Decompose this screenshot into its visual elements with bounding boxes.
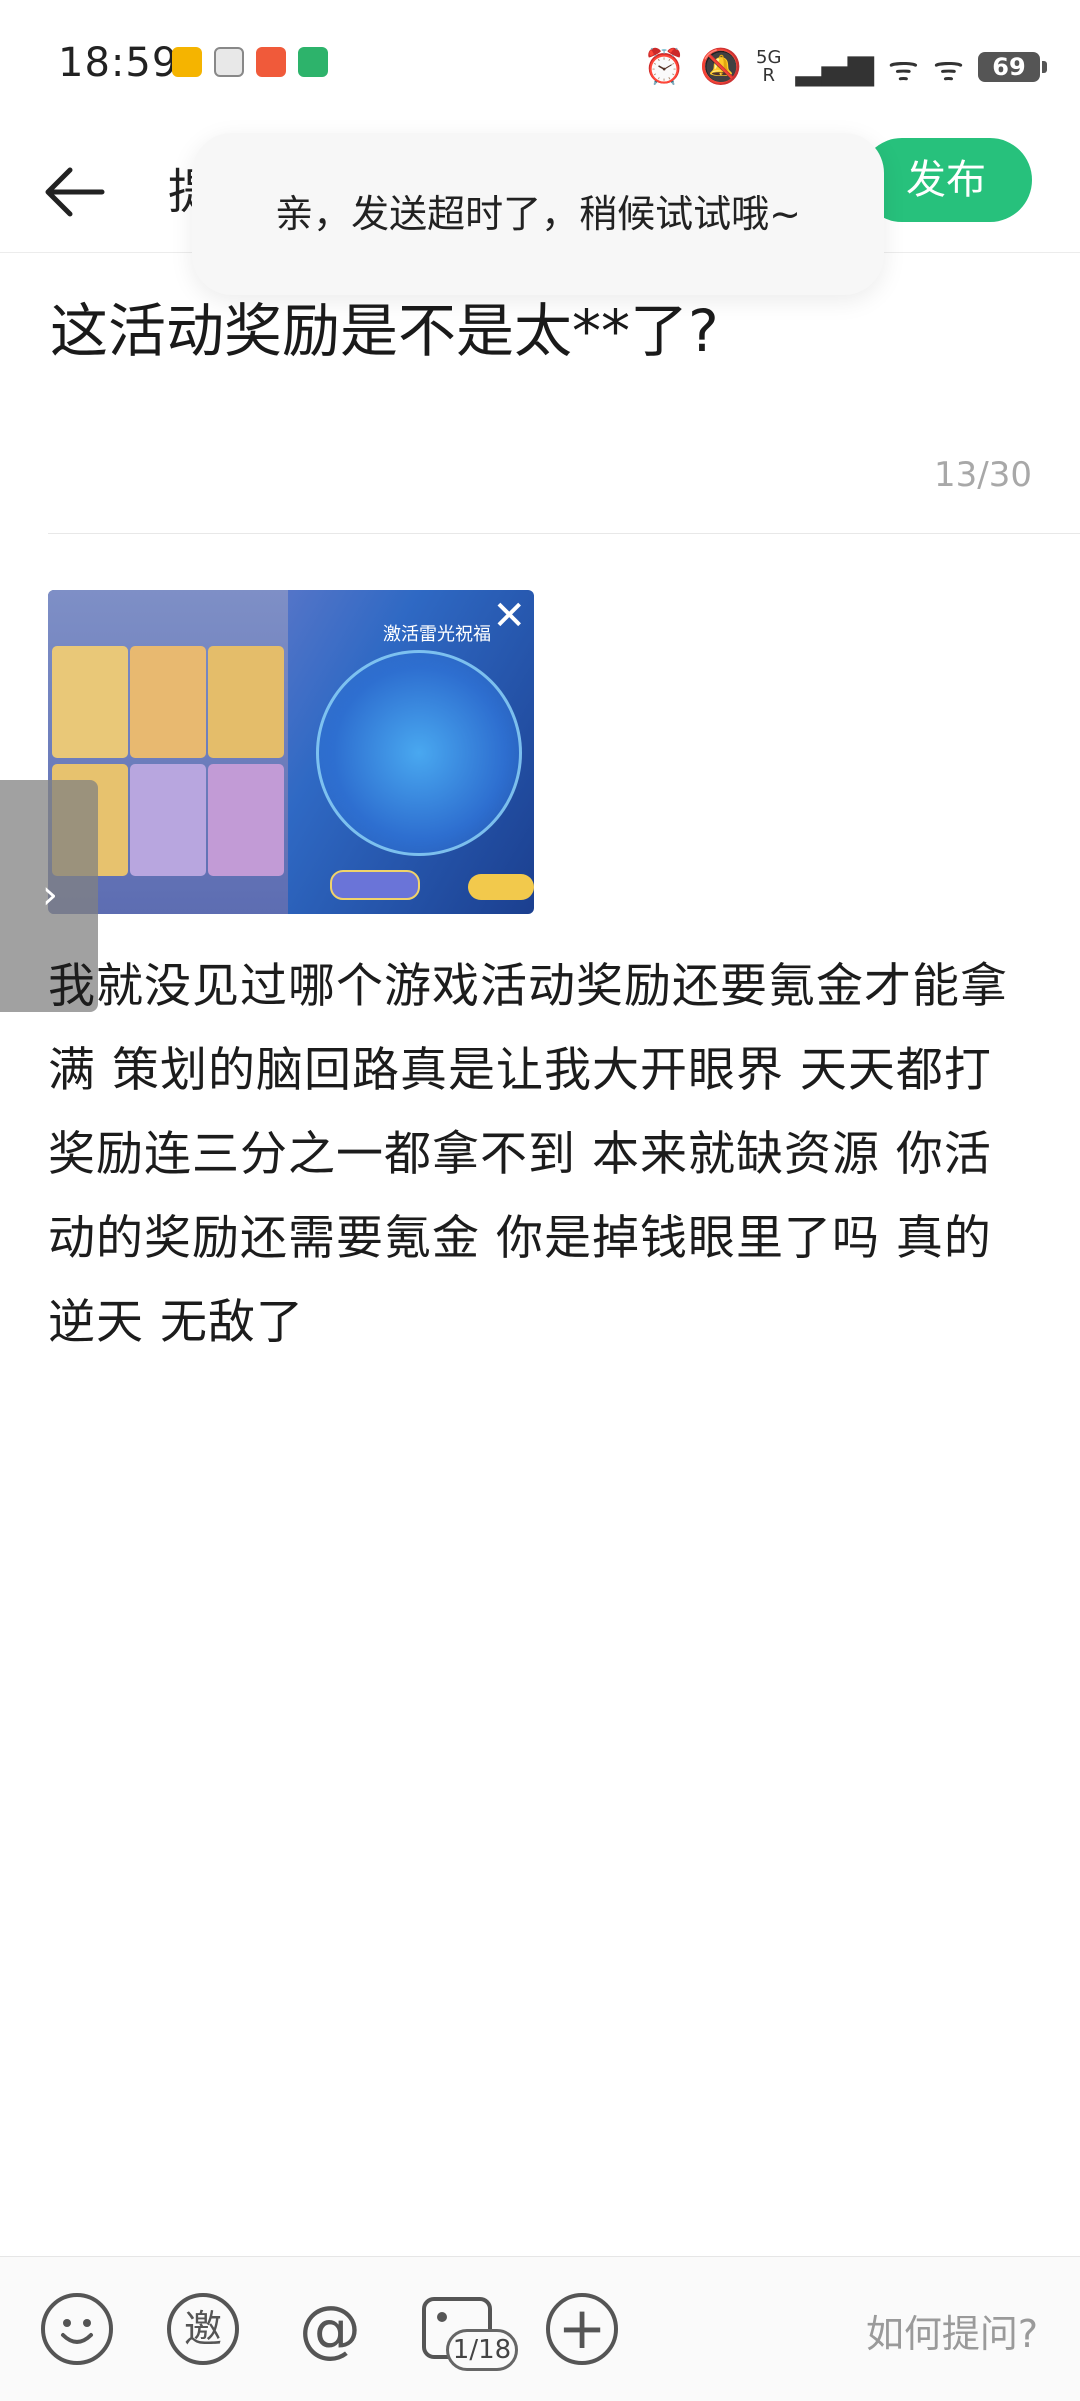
- timeout-toast: 亲，发送超时了，稍候试试哦~: [192, 133, 884, 295]
- app-notification-icon: [298, 47, 328, 77]
- add-button[interactable]: +: [546, 2293, 618, 2365]
- attached-image[interactable]: 激活雷光祝福 ✕: [48, 590, 534, 914]
- image-emblem: [316, 650, 522, 856]
- image-card: [208, 646, 284, 758]
- plus-icon: +: [557, 2294, 607, 2362]
- image-pill: [468, 874, 534, 900]
- image-count-badge: 1/18: [446, 2329, 518, 2371]
- emoji-button[interactable]: [41, 2293, 113, 2365]
- alarm-icon: ⏰: [643, 47, 686, 87]
- post-body-input[interactable]: 我就没见过哪个游戏活动奖励还要氪金才能拿满 策划的脑回路真是让我大开眼界 天天都…: [48, 945, 1038, 1365]
- image-card: [52, 646, 128, 758]
- wifi-icon: ᯤ: [887, 49, 919, 89]
- emoji-icon: [61, 2319, 93, 2344]
- image-card: [208, 764, 284, 876]
- image-pill: [330, 870, 420, 900]
- cellular-signal-icon: 5G R: [756, 49, 781, 85]
- mute-icon: 🔕: [699, 47, 743, 87]
- arrow-left-icon: [45, 167, 105, 217]
- mention-button[interactable]: @: [294, 2293, 366, 2365]
- status-right: ⏰ 🔕 5G R ▂▄▆ ᯤ ᯤ 69: [643, 44, 1047, 90]
- signal-bars-icon: ▂▄▆: [795, 47, 874, 87]
- image-card: [130, 646, 206, 758]
- status-time: 18:59: [58, 40, 179, 86]
- publish-button[interactable]: 发布: [860, 138, 1032, 222]
- battery-icon: 69: [978, 52, 1047, 82]
- image-card: [130, 764, 206, 876]
- divider: [48, 533, 1080, 534]
- app-notification-icon: [256, 47, 286, 77]
- bottom-toolbar: 邀 @ 1/18 + 如何提问?: [0, 2256, 1080, 2401]
- status-bar: 18:59 ⏰ 🔕 5G R ▂▄▆ ᯤ ᯤ 69: [0, 0, 1080, 130]
- notification-icons: [172, 47, 328, 77]
- wifi-icon: ᯤ: [932, 49, 964, 89]
- app-notification-icon: [172, 47, 202, 77]
- post-title-input[interactable]: 这活动奖励是不是太**了?: [50, 284, 719, 368]
- chevron-right-icon: ›: [42, 872, 58, 918]
- back-button[interactable]: [40, 152, 130, 232]
- roaming-indicator: R: [762, 65, 775, 86]
- title-char-count: 13/30: [934, 455, 1032, 495]
- app-notification-icon: [214, 47, 244, 77]
- invite-button[interactable]: 邀: [167, 2293, 239, 2365]
- how-to-ask-link[interactable]: 如何提问?: [866, 2303, 1038, 2358]
- invite-icon: 邀: [183, 2307, 222, 2351]
- image-banner-text: 激活雷光祝福: [383, 624, 491, 645]
- close-icon[interactable]: ✕: [492, 596, 526, 636]
- at-icon: @: [299, 2292, 361, 2365]
